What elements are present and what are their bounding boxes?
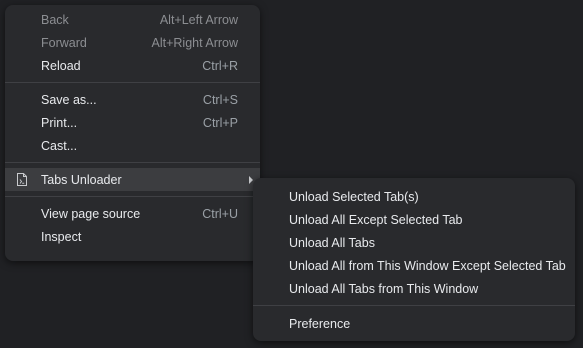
menu-item-label: Reload bbox=[41, 58, 81, 73]
submenu-item-unload-selected[interactable]: Unload Selected Tab(s) bbox=[253, 185, 575, 208]
tabs-unloader-submenu: Unload Selected Tab(s) Unload All Except… bbox=[253, 178, 575, 341]
menu-item-label: Save as... bbox=[41, 92, 97, 107]
submenu-item-unload-window-except-selected[interactable]: Unload All from This Window Except Selec… bbox=[253, 254, 575, 277]
shortcut-label: Ctrl+P bbox=[202, 115, 238, 130]
menu-separator bbox=[253, 305, 575, 306]
menu-item-back[interactable]: Back Alt+Left Arrow bbox=[5, 8, 260, 31]
menu-item-label: Unload Selected Tab(s) bbox=[289, 189, 419, 204]
submenu-item-unload-all-except-selected[interactable]: Unload All Except Selected Tab bbox=[253, 208, 575, 231]
menu-item-label: Forward bbox=[41, 35, 87, 50]
menu-item-reload[interactable]: Reload Ctrl+R bbox=[5, 54, 260, 77]
menu-item-tabs-unloader[interactable]: Tabs Unloader bbox=[5, 168, 260, 191]
menu-item-cast[interactable]: Cast... bbox=[5, 134, 260, 157]
menu-item-label: Unload All Tabs from This Window bbox=[289, 281, 479, 296]
menu-item-label: Unload All Tabs bbox=[289, 235, 375, 250]
menu-separator bbox=[5, 196, 260, 197]
menu-separator bbox=[5, 82, 260, 83]
shortcut-label: Ctrl+R bbox=[202, 58, 238, 73]
menu-item-label: Back bbox=[41, 12, 69, 27]
menu-item-label: Cast... bbox=[41, 138, 78, 153]
context-menu: Back Alt+Left Arrow Forward Alt+Right Ar… bbox=[5, 5, 260, 261]
menu-item-label: Unload All Except Selected Tab bbox=[289, 212, 463, 227]
shortcut-label: Ctrl+U bbox=[202, 206, 238, 221]
browser-page: Back Alt+Left Arrow Forward Alt+Right Ar… bbox=[0, 0, 583, 348]
menu-item-label: Inspect bbox=[41, 229, 82, 244]
tabs-unloader-extension-icon bbox=[17, 173, 27, 186]
menu-item-inspect[interactable]: Inspect bbox=[5, 225, 260, 248]
menu-item-label: Preference bbox=[289, 316, 351, 331]
menu-item-label: Unload All from This Window Except Selec… bbox=[289, 258, 566, 273]
shortcut-label: Alt+Right Arrow bbox=[151, 35, 239, 50]
submenu-item-unload-all-tabs[interactable]: Unload All Tabs bbox=[253, 231, 575, 254]
menu-item-label: View page source bbox=[41, 206, 141, 221]
submenu-item-preference[interactable]: Preference bbox=[253, 312, 575, 335]
menu-item-save-as[interactable]: Save as... Ctrl+S bbox=[5, 88, 260, 111]
menu-item-label: Tabs Unloader bbox=[41, 172, 122, 187]
shortcut-label: Alt+Left Arrow bbox=[159, 12, 238, 27]
menu-item-print[interactable]: Print... Ctrl+P bbox=[5, 111, 260, 134]
menu-item-label: Print... bbox=[41, 115, 78, 130]
menu-item-view-page-source[interactable]: View page source Ctrl+U bbox=[5, 202, 260, 225]
menu-separator bbox=[5, 162, 260, 163]
submenu-item-unload-all-window[interactable]: Unload All Tabs from This Window bbox=[253, 277, 575, 300]
menu-item-forward[interactable]: Forward Alt+Right Arrow bbox=[5, 31, 260, 54]
shortcut-label: Ctrl+S bbox=[202, 92, 238, 107]
